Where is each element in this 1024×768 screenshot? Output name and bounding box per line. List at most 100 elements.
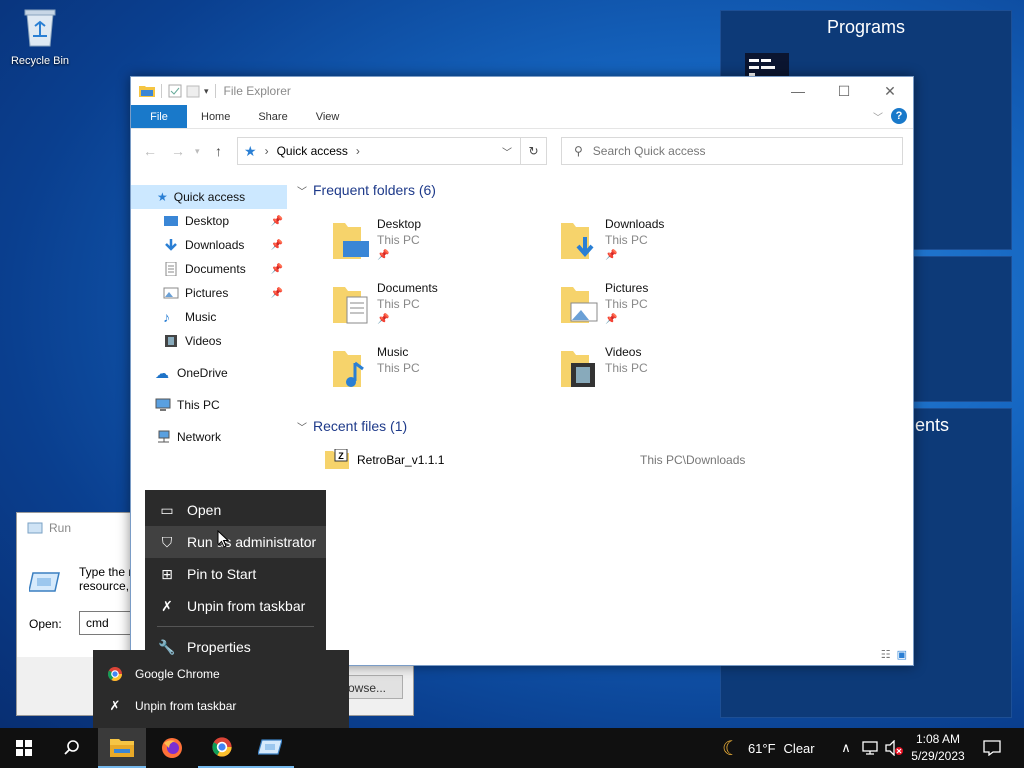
taskbar-chrome[interactable] <box>198 728 246 768</box>
search-button[interactable] <box>48 728 96 768</box>
nav-label: Network <box>177 430 222 444</box>
nav-item-downloads[interactable]: Downloads 📌 <box>131 233 287 257</box>
quick-access-star-icon: ★ <box>157 190 168 204</box>
nav-item-this-pc[interactable]: This PC <box>131 393 287 417</box>
large-icons-view-icon[interactable]: ▣ <box>897 648 907 661</box>
menu-item-properties[interactable]: 🔧 Properties <box>145 631 326 663</box>
start-button[interactable] <box>0 728 48 768</box>
folder-tile-documents[interactable]: Documents This PC 📌 <box>331 279 541 339</box>
new-folder-icon[interactable] <box>186 84 200 98</box>
nav-item-pictures[interactable]: Pictures 📌 <box>131 281 287 305</box>
show-hidden-icons-button[interactable]: ∧ <box>836 728 856 768</box>
menu-item-run-as-administrator[interactable]: ⛉ Run as administrator <box>145 526 326 558</box>
tab-file[interactable]: File <box>131 105 187 128</box>
tab-view[interactable]: View <box>302 105 354 128</box>
properties-check-icon[interactable] <box>168 84 182 98</box>
run-browse-label: owse... <box>348 681 387 695</box>
folder-tile-downloads[interactable]: Downloads This PC 📌 <box>559 215 769 275</box>
run-title: Run <box>49 521 72 535</box>
nav-label: OneDrive <box>177 366 228 380</box>
weather-desc: Clear <box>783 740 815 756</box>
nav-item-videos[interactable]: Videos <box>131 329 287 353</box>
taskbar-file-explorer[interactable] <box>98 728 146 768</box>
recent-files-header[interactable]: ﹀ Recent files (1) <box>295 413 407 439</box>
frequent-folders-title: Frequent folders (6) <box>313 182 436 198</box>
taskbar-run[interactable] <box>246 728 294 768</box>
nav-label: Videos <box>185 334 222 348</box>
run-description-line2: resource, <box>79 579 130 593</box>
address-dropdown-icon[interactable]: ﹀ <box>502 144 512 159</box>
nav-item-onedrive[interactable]: ☁ OneDrive <box>131 361 287 385</box>
folder-tile-pictures[interactable]: Pictures This PC 📌 <box>559 279 769 339</box>
recent-locations-icon[interactable]: ▾ <box>195 146 200 157</box>
network-tray-button[interactable] <box>858 728 882 768</box>
folder-tile-videos[interactable]: Videos This PC <box>559 343 769 403</box>
onedrive-icon: ☁ <box>155 364 169 381</box>
run-icon <box>29 572 60 592</box>
expand-ribbon-icon[interactable]: ﹀ <box>873 109 883 124</box>
breadcrumb-chevron-icon[interactable]: › <box>356 144 360 158</box>
run-open-label: Open: <box>29 617 62 631</box>
refresh-icon: ↻ <box>528 144 539 158</box>
folder-location: This PC <box>377 361 420 375</box>
unpin-icon: ✗ <box>161 597 173 614</box>
recent-file-name: RetroBar_v1.1.1 <box>357 453 445 467</box>
nav-item-desktop[interactable]: Desktop 📌 <box>131 209 287 233</box>
programs-title: Programs <box>826 17 906 37</box>
menu-item-open[interactable]: ▭ Open <box>145 494 326 526</box>
nav-label: Pictures <box>185 286 229 300</box>
recycle-bin-shortcut[interactable]: Recycle Bin <box>6 6 74 67</box>
folder-tile-music[interactable]: Music This PC <box>331 343 541 403</box>
weather-widget[interactable]: ☾ 61°F Clear <box>722 728 828 768</box>
svg-text:Z: Z <box>338 451 344 461</box>
explorer-titlebar[interactable]: ▾ File Explorer — ☐ ✕ <box>131 77 913 105</box>
frequent-folders-header[interactable]: ﹀ Frequent folders (6) <box>295 177 913 203</box>
folder-tile-desktop[interactable]: Desktop This PC 📌 <box>331 215 541 275</box>
menu-label: Properties <box>187 639 251 655</box>
notifications-button[interactable] <box>978 728 1006 768</box>
run-open-value: cmd <box>86 616 109 630</box>
weather-temp: 61°F <box>747 740 776 756</box>
navigation-pane: ★ Quick access Desktop 📌 Downloads 📌 Doc… <box>131 185 287 449</box>
breadcrumb-quick-access[interactable]: Quick access <box>277 144 348 158</box>
recycle-bin-icon <box>24 9 56 47</box>
menu-item-unpin-from-taskbar[interactable]: ✗ Unpin from taskbar <box>145 590 326 622</box>
taskbar-firefox[interactable] <box>148 728 196 768</box>
nav-item-documents[interactable]: Documents 📌 <box>131 257 287 281</box>
qat-dropdown-icon[interactable]: ▾ <box>204 86 209 97</box>
pin-icon: 📌 <box>377 250 390 261</box>
context-menu: ▭ Open ⛉ Run as administrator ⊞ Pin to S… <box>145 490 326 668</box>
search-box[interactable]: ⚲ Search Quick access <box>561 137 903 165</box>
network-tray-icon <box>862 741 878 755</box>
recent-file-row[interactable]: Z RetroBar_v1.1.1 This PC\Downloads <box>325 449 885 471</box>
tab-home[interactable]: Home <box>187 105 244 128</box>
folder-name: Downloads <box>605 217 665 231</box>
pin-icon: 📌 <box>377 314 390 325</box>
minimize-button[interactable]: — <box>775 77 821 105</box>
nav-item-music[interactable]: ♪ Music <box>131 305 287 329</box>
close-button[interactable]: ✕ <box>867 77 913 105</box>
folder-name: Pictures <box>605 281 649 295</box>
address-bar[interactable]: ★ › Quick access › ﹀ <box>237 137 521 165</box>
forward-icon[interactable]: → <box>171 143 185 159</box>
taskbar: ☾ 61°F Clear ∧ 1:08 AM 5/29/2023 <box>0 728 1024 768</box>
tab-share[interactable]: Share <box>244 105 301 128</box>
refresh-button[interactable]: ↻ <box>521 137 547 165</box>
menu-item-pin-to-start[interactable]: ⊞ Pin to Start <box>145 558 326 590</box>
details-view-icon[interactable]: ☷ <box>881 648 891 661</box>
clock-time: 1:08 AM <box>915 732 961 746</box>
nav-item-quick-access[interactable]: ★ Quick access <box>131 185 287 209</box>
back-icon[interactable]: ← <box>143 143 157 159</box>
collapse-chevron-icon: ﹀ <box>297 186 307 198</box>
clock[interactable]: 1:08 AM 5/29/2023 <box>908 728 968 768</box>
search-icon <box>64 740 79 755</box>
windows-logo-icon <box>16 740 32 756</box>
jump-item-unpin[interactable]: ✗ Unpin from taskbar <box>93 690 349 722</box>
maximize-button[interactable]: ☐ <box>821 77 867 105</box>
volume-tray-button[interactable] <box>882 728 906 768</box>
nav-item-network[interactable]: Network <box>131 425 287 449</box>
help-icon[interactable]: ? <box>891 108 907 124</box>
desktop-icon <box>164 216 178 226</box>
desktop-folder-icon <box>333 223 369 259</box>
up-icon[interactable]: ↑ <box>215 143 222 159</box>
